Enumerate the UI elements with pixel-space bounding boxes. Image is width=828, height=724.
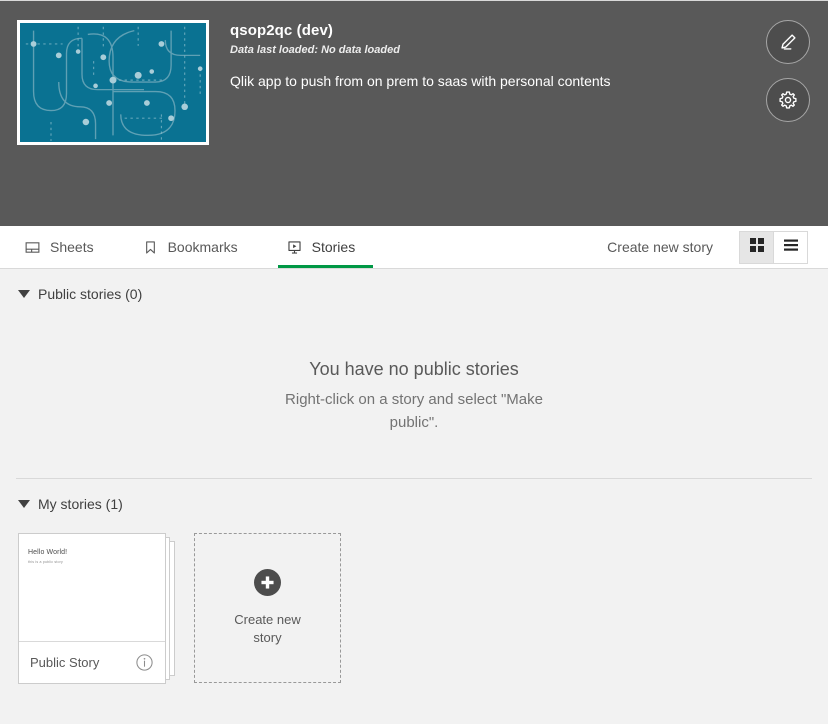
public-stories-section-header[interactable]: Public stories (0): [0, 269, 828, 302]
stories-content: Public stories (0) You have no public st…: [0, 269, 828, 724]
app-thumbnail-graphic: [20, 23, 206, 142]
tab-bookmarks-label: Bookmarks: [167, 239, 238, 255]
edit-app-button[interactable]: [766, 20, 810, 64]
app-title: qsop2qc (dev): [230, 22, 333, 39]
story-thumbnail: Hello World! this is a public story: [19, 534, 165, 642]
story-card-body[interactable]: Hello World! this is a public story Publ…: [18, 533, 166, 684]
my-stories-heading: My stories (1): [38, 496, 123, 512]
empty-state-subtitle: Right-click on a story and select "Make …: [285, 391, 543, 431]
app-tabbar: Sheets Bookmarks Stories Create new stor…: [0, 226, 828, 269]
public-stories-empty-state: You have no public stories Right-click o…: [0, 357, 828, 434]
sheets-icon: [24, 239, 41, 256]
story-thumbnail-title: Hello World!: [28, 549, 68, 556]
plus-icon: [254, 569, 281, 596]
info-icon[interactable]: [135, 653, 154, 672]
tab-stories[interactable]: Stories: [277, 226, 374, 268]
list-view-button[interactable]: [773, 231, 807, 263]
story-icon: [286, 239, 303, 256]
empty-state-title: You have no public stories: [309, 359, 519, 379]
create-new-story-link[interactable]: Create new story: [591, 239, 729, 255]
my-stories-section-header[interactable]: My stories (1): [0, 479, 828, 512]
tab-bookmarks[interactable]: Bookmarks: [134, 226, 256, 268]
create-new-story-tile-label: Create new story: [234, 612, 301, 645]
view-toggle-group: [739, 230, 808, 264]
story-card-grid: Hello World! this is a public story Publ…: [0, 512, 828, 684]
grid-icon: [749, 237, 765, 258]
story-thumbnail-subtitle: this is a public story: [28, 560, 63, 564]
tab-stories-label: Stories: [311, 239, 356, 255]
app-header: qsop2qc (dev) Data last loaded: No data …: [0, 0, 828, 226]
app-meta: qsop2qc (dev) Data last loaded: No data …: [230, 21, 748, 91]
gear-icon: [777, 89, 799, 111]
tabbar-actions: Create new story: [591, 226, 828, 268]
tab-list: Sheets Bookmarks Stories: [0, 226, 395, 268]
chevron-down-icon: [18, 290, 30, 298]
story-card[interactable]: Hello World! this is a public story Publ…: [18, 533, 175, 684]
public-stories-heading: Public stories (0): [38, 286, 143, 302]
create-new-story-tile[interactable]: Create new story: [194, 533, 341, 683]
grid-view-button[interactable]: [740, 231, 773, 263]
story-card-footer: Public Story: [19, 642, 165, 683]
list-icon: [783, 237, 799, 258]
app-settings-button[interactable]: [766, 78, 810, 122]
bookmark-icon: [142, 239, 159, 256]
story-title: Public Story: [30, 655, 100, 670]
app-data-status: Data last loaded: No data loaded: [230, 44, 400, 56]
chevron-down-icon: [18, 500, 30, 508]
pencil-icon: [777, 31, 799, 53]
app-description: Qlik app to push from on prem to saas wi…: [230, 73, 611, 89]
app-thumbnail: [17, 20, 209, 145]
tab-sheets-label: Sheets: [50, 239, 94, 255]
tab-sheets[interactable]: Sheets: [16, 226, 112, 268]
